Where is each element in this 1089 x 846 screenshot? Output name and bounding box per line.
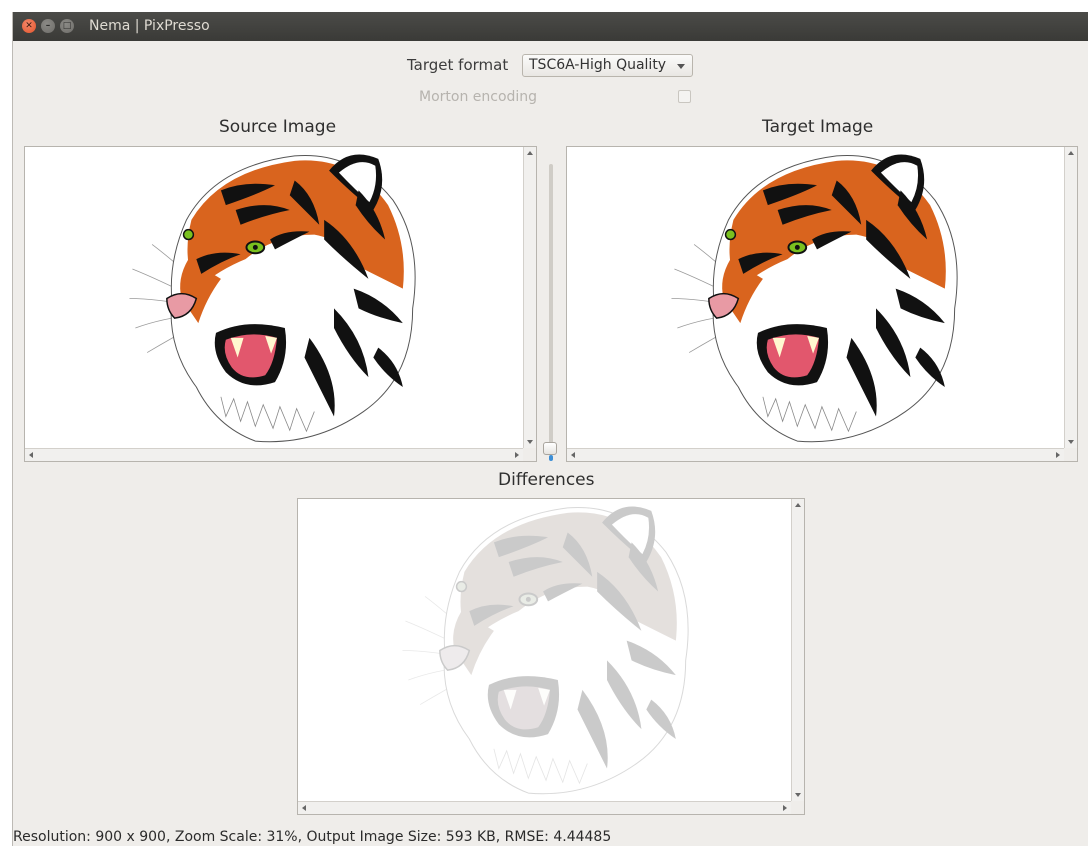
- target-image-view[interactable]: [566, 146, 1078, 462]
- target-format-value: TSC6A-High Quality: [529, 57, 667, 73]
- status-bar: Resolution: 900 x 900, Zoom Scale: 31%, …: [13, 829, 612, 845]
- source-horizontal-scrollbar[interactable]: [25, 448, 523, 461]
- scroll-down-icon[interactable]: [527, 440, 533, 444]
- target-tiger-image: [670, 153, 959, 443]
- scroll-left-icon[interactable]: [302, 805, 306, 811]
- app-window: ✕ – □ Nema | PixPresso Target format TSC…: [12, 12, 1088, 846]
- scroll-right-icon[interactable]: [515, 452, 519, 458]
- maximize-window-button[interactable]: □: [60, 19, 74, 33]
- target-vertical-scrollbar[interactable]: [1064, 147, 1077, 448]
- source-tiger-image: [128, 153, 417, 443]
- scroll-left-icon[interactable]: [571, 452, 575, 458]
- target-format-label: Target format: [407, 56, 509, 74]
- scroll-up-icon[interactable]: [795, 503, 801, 507]
- scroll-corner: [1064, 448, 1077, 461]
- scroll-down-icon[interactable]: [795, 793, 801, 797]
- window-title: Nema | PixPresso: [89, 18, 210, 34]
- morton-encoding-checkbox[interactable]: [678, 90, 691, 103]
- maximize-icon: □: [62, 21, 72, 31]
- source-vertical-scrollbar[interactable]: [523, 147, 536, 448]
- comparison-slider-handle[interactable]: [543, 442, 557, 455]
- scroll-up-icon[interactable]: [527, 151, 533, 155]
- morton-encoding-label: Morton encoding: [419, 89, 538, 105]
- scroll-left-icon[interactable]: [29, 452, 33, 458]
- differences-tiger-image: [401, 505, 690, 795]
- scroll-right-icon[interactable]: [783, 805, 787, 811]
- differences-image-view[interactable]: [297, 498, 805, 815]
- source-image-view[interactable]: [24, 146, 537, 462]
- target-image-title: Target Image: [762, 117, 874, 137]
- scroll-up-icon[interactable]: [1068, 151, 1074, 155]
- target-horizontal-scrollbar[interactable]: [567, 448, 1064, 461]
- target-format-dropdown[interactable]: TSC6A-High Quality: [522, 54, 693, 77]
- comparison-slider[interactable]: [549, 164, 553, 454]
- differences-vertical-scrollbar[interactable]: [791, 499, 804, 801]
- chevron-down-icon: [677, 64, 685, 69]
- differences-title: Differences: [498, 470, 595, 490]
- close-icon: ✕: [25, 21, 33, 31]
- scroll-right-icon[interactable]: [1056, 452, 1060, 458]
- comparison-slider-fill: [549, 455, 553, 461]
- scroll-corner: [523, 448, 536, 461]
- minimize-window-button[interactable]: –: [41, 19, 55, 33]
- source-image-title: Source Image: [219, 117, 337, 137]
- differences-horizontal-scrollbar[interactable]: [298, 801, 791, 814]
- scroll-corner: [791, 801, 804, 814]
- minimize-icon: –: [45, 21, 51, 31]
- close-window-button[interactable]: ✕: [22, 19, 36, 33]
- title-bar: ✕ – □ Nema | PixPresso: [13, 12, 1088, 41]
- scroll-down-icon[interactable]: [1068, 440, 1074, 444]
